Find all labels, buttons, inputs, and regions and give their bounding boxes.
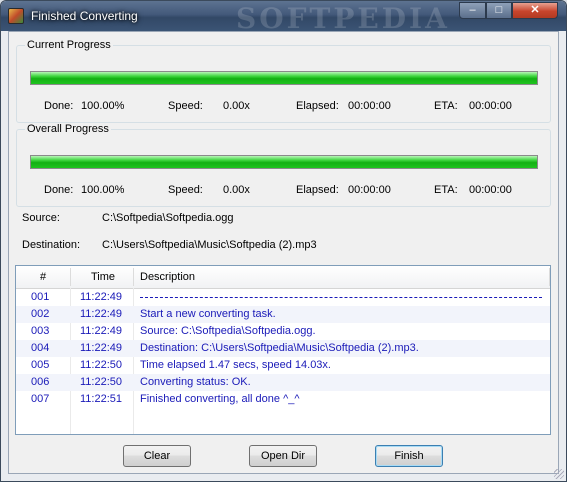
log-list[interactable]: # Time Description 001 11:22:49 002 11:22:4… [15,265,551,435]
log-row[interactable]: 001 11:22:49 [16,289,550,306]
column-header-description[interactable]: Description [140,266,195,288]
log-row[interactable]: 002 11:22:49 Start a new converting task. [16,306,550,323]
current-progress-group: Current Progress Done: 100.00% Speed: 0.… [16,39,551,123]
converter-window: Finished Converting SOFTPEDIA – □ ✕ Curr… [0,0,567,482]
overall-progress-bar [30,155,538,169]
dialog-body: Current Progress Done: 100.00% Speed: 0.… [8,31,559,474]
log-row-time: 11:22:50 [80,376,123,388]
current-done-label: Done: [44,100,74,112]
log-header: # Time Description [16,266,550,289]
log-row[interactable]: 003 11:22:49 Source: C:\Softpedia\Softpedi… [16,323,550,340]
source-label: Source: [22,212,60,224]
resize-grip[interactable] [554,469,564,479]
log-row-number: 007 [31,393,50,405]
maximize-button[interactable]: □ [486,2,512,19]
log-row-number: 003 [31,325,50,337]
log-row-description: Destination: C:\Users\Softpedia\Music\So… [140,342,419,354]
current-progress-title: Current Progress [25,39,113,51]
destination-path: C:\Users\Softpedia\Music\Softpedia (2).m… [102,239,317,251]
log-row-description: Time elapsed 1.47 secs, speed 14.03x. [140,359,331,371]
overall-speed-value: 0.00x [223,184,250,196]
current-progress-bar [30,71,538,85]
column-header-time[interactable]: Time [91,266,115,288]
source-path: C:\Softpedia\Softpedia.ogg [102,212,234,224]
current-done-value: 100.00% [81,100,125,112]
overall-elapsed-label: Elapsed: [296,184,339,196]
log-row-number: 006 [31,376,50,388]
overall-progress-title: Overall Progress [25,123,111,135]
window-title: Finished Converting [31,9,138,23]
log-row-number: 005 [31,359,50,371]
log-row-time: 11:22:49 [80,308,123,320]
log-row-number: 004 [31,342,50,354]
column-header-number[interactable]: # [40,266,46,288]
open-dir-button[interactable]: Open Dir [249,445,317,467]
log-row-description: Start a new converting task. [140,308,276,320]
current-elapsed-label: Elapsed: [296,100,339,112]
log-row-number: 001 [31,291,50,303]
app-icon [8,8,24,24]
current-elapsed-value: 00:00:00 [348,100,391,112]
overall-progress-group: Overall Progress Done: 100.00% Speed: 0.… [16,123,551,207]
log-row-time: 11:22:49 [80,342,123,354]
finish-button[interactable]: Finish [375,445,443,467]
overall-done-label: Done: [44,184,74,196]
destination-label: Destination: [22,239,81,251]
log-row-time: 11:22:49 [80,291,123,303]
current-speed-label: Speed: [168,100,203,112]
overall-speed-label: Speed: [168,184,203,196]
log-row-number: 002 [31,308,50,320]
overall-done-value: 100.00% [81,184,125,196]
current-eta-value: 00:00:00 [469,100,512,112]
log-row-time: 11:22:49 [80,325,123,337]
log-separator [140,297,542,298]
log-row-description: Source: C:\Softpedia\Softpedia.ogg. [140,325,316,337]
overall-eta-label: ETA: [434,184,458,196]
current-eta-label: ETA: [434,100,458,112]
current-speed-value: 0.00x [223,100,250,112]
overall-eta-value: 00:00:00 [469,184,512,196]
overall-elapsed-value: 00:00:00 [348,184,391,196]
log-row-time: 11:22:50 [80,359,123,371]
clear-button[interactable]: Clear [123,445,191,467]
log-row-description: Converting status: OK. [140,376,251,388]
minimize-button[interactable]: – [459,2,486,19]
log-row[interactable]: 007 11:22:51 Finished converting, all done… [16,391,550,408]
log-row-time: 11:22:51 [80,393,123,405]
close-button[interactable]: ✕ [512,2,558,19]
log-row[interactable]: 005 11:22:50 Time elapsed 1.47 secs, speed… [16,357,550,374]
title-bar[interactable]: Finished Converting SOFTPEDIA – □ ✕ [1,1,566,35]
log-row[interactable]: 004 11:22:49 Destination: C:\Users\Softped… [16,340,550,357]
log-row-description: Finished converting, all done ^_^ [140,393,300,405]
log-row[interactable]: 006 11:22:50 Converting status: OK. [16,374,550,391]
